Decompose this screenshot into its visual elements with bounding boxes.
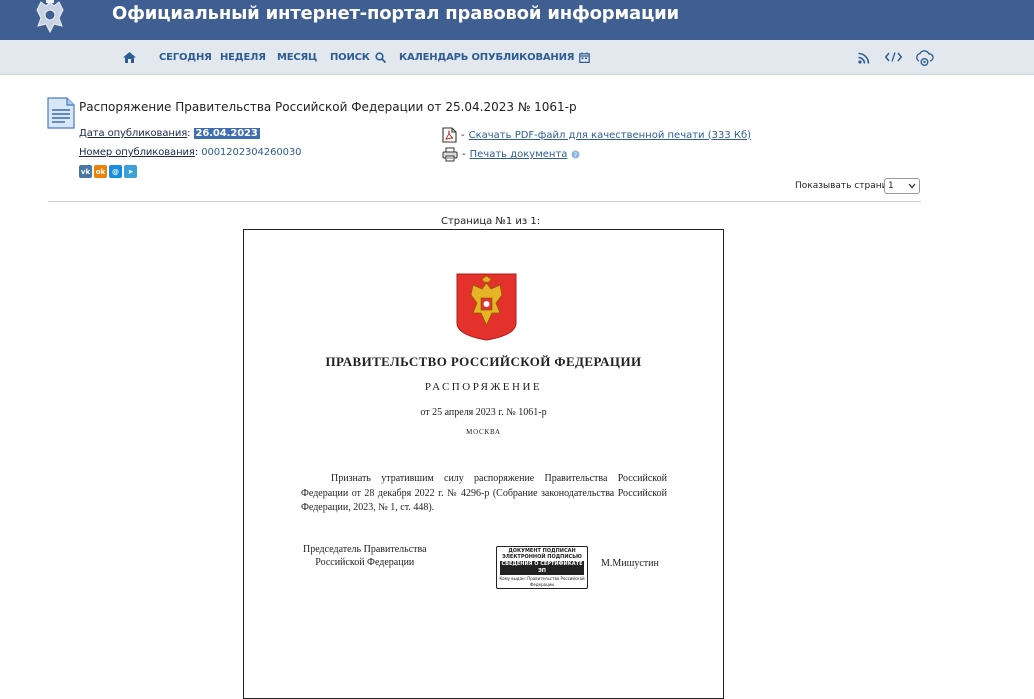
download-pdf-link[interactable]: Скачать PDF-файл для качественной печати… bbox=[469, 130, 751, 141]
settings-button[interactable] bbox=[915, 50, 934, 67]
svg-text:?: ? bbox=[574, 152, 577, 159]
electronic-signature-stamp: ДОКУМЕНТ ПОДПИСАН ЭЛЕКТРОННОЙ ПОДПИСЬЮ С… bbox=[496, 546, 588, 589]
page-date-line: от 25 апреля 2023 г. № 1061-р bbox=[420, 407, 547, 418]
rss-icon bbox=[858, 52, 870, 64]
divider bbox=[48, 201, 921, 202]
nav-month[interactable]: МЕСЯЦ bbox=[277, 52, 317, 63]
pages-select[interactable]: 1 bbox=[884, 178, 920, 194]
page-city: МОСКВА bbox=[466, 428, 501, 436]
share-buttons: vk ok @ ➤ bbox=[79, 165, 137, 178]
pub-number-value: 0001202304260030 bbox=[201, 147, 302, 158]
rss-button[interactable] bbox=[858, 52, 870, 64]
coat-of-arms-icon[interactable] bbox=[30, 0, 70, 36]
document-page-preview: ПРАВИТЕЛЬСТВО РОССИЙСКОЙ ФЕДЕРАЦИИ РАСПО… bbox=[243, 229, 724, 699]
pages-label: Показывать страниц: bbox=[795, 181, 897, 191]
pub-date-label[interactable]: Дата опубликования bbox=[79, 128, 187, 139]
help-icon[interactable]: ? bbox=[571, 150, 580, 159]
document-title: Распоряжение Правительства Российской Фе… bbox=[79, 100, 577, 114]
page-signatory-title: Председатель Правительства Российской Фе… bbox=[303, 544, 427, 568]
code-icon bbox=[885, 52, 902, 62]
pub-number-row: Номер опубликования: 0001202304260030 bbox=[79, 147, 302, 158]
page-body-text: Признать утратившим силу распоряжение Пр… bbox=[301, 473, 667, 513]
download-pdf-row: - Скачать PDF-файл для качественной печа… bbox=[442, 127, 751, 143]
pdf-icon bbox=[442, 127, 457, 143]
nav-search[interactable]: ПОИСК bbox=[330, 52, 386, 63]
pub-number-label[interactable]: Номер опубликования bbox=[79, 147, 195, 158]
telegram-share-icon[interactable]: ➤ bbox=[124, 165, 137, 178]
page-government: ПРАВИТЕЛЬСТВО РОССИЙСКОЙ ФЕДЕРАЦИИ bbox=[325, 354, 642, 369]
russian-coat-of-arms-icon bbox=[456, 273, 517, 341]
chevron-down-icon bbox=[908, 183, 916, 189]
home-icon bbox=[123, 52, 136, 63]
main-nav: СЕГОДНЯ НЕДЕЛЯ МЕСЯЦ ПОИСК КАЛЕНДАРЬ ОПУ… bbox=[0, 40, 1034, 75]
pub-date-value: 26.04.2023 bbox=[193, 128, 260, 139]
pub-date-row: Дата опубликования: 26.04.2023 bbox=[79, 128, 260, 139]
nav-today[interactable]: СЕГОДНЯ bbox=[159, 52, 212, 63]
portal-title[interactable]: Официальный интернет-портал правовой инф… bbox=[112, 3, 679, 24]
printer-icon bbox=[442, 147, 458, 162]
vk-share-icon[interactable]: vk bbox=[79, 165, 92, 178]
odnoklassniki-share-icon[interactable]: ok bbox=[94, 165, 107, 178]
nav-calendar[interactable]: КАЛЕНДАРЬ ОПУБЛИКОВАНИЯ bbox=[399, 52, 591, 63]
nav-week[interactable]: НЕДЕЛЯ bbox=[220, 52, 266, 63]
search-icon bbox=[375, 52, 386, 63]
mail-ru-share-icon[interactable]: @ bbox=[109, 165, 122, 178]
calendar-icon bbox=[579, 52, 591, 63]
nav-home[interactable] bbox=[123, 52, 136, 63]
print-link[interactable]: Печать документа bbox=[470, 149, 568, 160]
portal-header: Официальный интернет-портал правовой инф… bbox=[0, 0, 1034, 40]
print-row: - Печать документа ? bbox=[442, 147, 580, 162]
page-kind: РАСПОРЯЖЕНИЕ bbox=[424, 381, 543, 393]
page-signer-name: М.Мишустин bbox=[601, 558, 659, 569]
page-indicator: Страница №1 из 1: bbox=[441, 216, 541, 227]
code-button[interactable] bbox=[885, 52, 902, 62]
document-icon bbox=[47, 97, 75, 129]
settings-icon bbox=[916, 50, 934, 66]
